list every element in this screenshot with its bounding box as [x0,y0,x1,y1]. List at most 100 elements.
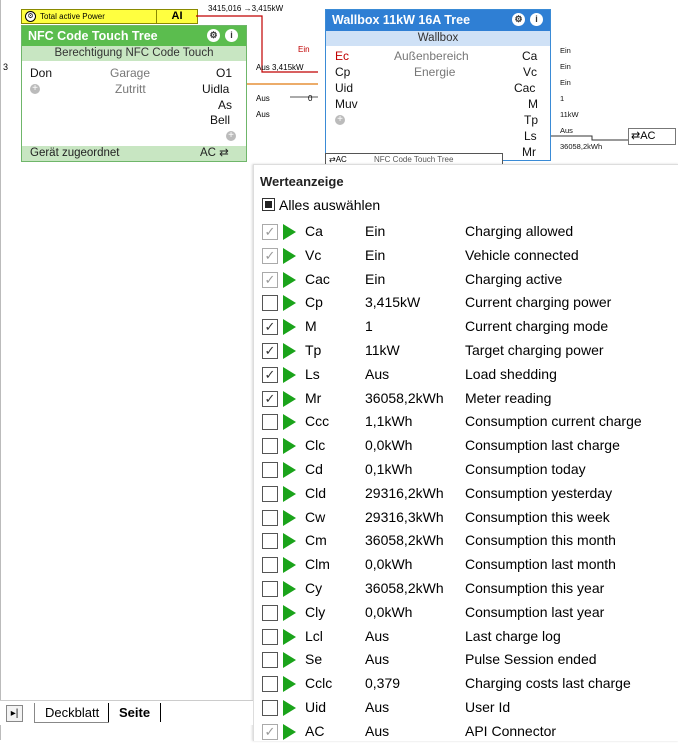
row-checkbox[interactable]: ✓ [262,366,278,383]
value-row-tp[interactable]: ✓ Tp 11kW Target charging power [262,340,677,362]
row-description: Current charging mode [465,318,609,335]
input-uid[interactable]: Uid [335,81,353,95]
last-sheet-nav-icon[interactable]: ▸| [6,705,23,722]
play-triangle-icon [283,581,296,597]
value-row-ccc[interactable]: Ccc 1,1kWh Consumption current charge [262,411,677,433]
input-don[interactable]: Don [30,66,52,80]
value-row-mr[interactable]: ✓ Mr 36058,2kWh Meter reading [262,388,677,410]
row-checkbox[interactable] [262,438,278,455]
row-checkbox[interactable] [262,295,278,312]
input-ec[interactable]: Ec [335,49,349,63]
value-row-cm[interactable]: Cm 36058,2kWh Consumption this month [262,530,677,552]
row-checkbox[interactable] [262,414,278,431]
play-triangle-icon [283,700,296,716]
value-row-vc[interactable]: ✓ Vc Ein Vehicle connected [262,245,677,267]
value-row-ls[interactable]: ✓ Ls Aus Load shedding [262,364,677,386]
row-value: Aus [365,722,390,739]
input-muv[interactable]: Muv [335,97,358,111]
wallbox-block-header[interactable]: Wallbox 11kW 16A Tree ⚙ i [326,10,550,31]
row-checkbox[interactable] [262,581,278,597]
value-row-cy[interactable]: Cy 36058,2kWh Consumption this year [262,578,677,600]
row-checkbox[interactable] [262,557,278,574]
value-row-cld[interactable]: Cld 29316,2kWh Consumption yesterday [262,483,677,505]
footer-ac-link[interactable]: AC ⇄ [200,146,229,161]
output-ca[interactable]: Ca [522,49,537,63]
ac-connector-block[interactable]: ⇄AC [628,128,676,145]
select-all-box[interactable] [262,198,275,211]
row-description: API Connector [465,722,557,739]
gear-icon[interactable]: ⚙ [207,29,220,42]
value-row-ac[interactable]: ✓ AC Aus API Connector [262,721,677,743]
row-abbr: Cp [305,294,323,311]
add-input-icon[interactable]: + [335,115,345,125]
info-icon[interactable]: i [530,13,543,26]
nfc-block-header[interactable]: NFC Code Touch Tree ⚙ i [22,26,246,46]
input-cp-desc: Energie [414,65,456,79]
tab-deckblatt[interactable]: Deckblatt [34,703,110,723]
row-abbr: Cw [305,508,326,525]
add-input-icon[interactable]: + [30,84,40,94]
row-value: Aus [365,651,390,668]
tab-seite[interactable]: Seite [108,703,162,722]
row-value: 0,0kWh [365,556,413,573]
row-checkbox[interactable]: ✓ [262,343,278,359]
nfc-code-touch-block[interactable]: NFC Code Touch Tree ⚙ i Berechtigung NFC… [21,25,247,162]
value-row-clm[interactable]: Clm 0,0kWh Consumption last month [262,554,677,576]
row-checkbox[interactable] [262,652,278,669]
nfc-block-subtitle: Berechtigung NFC Code Touch [22,46,246,61]
row-checkbox[interactable]: ✓ [262,319,278,336]
output-o1[interactable]: O1 [216,66,232,80]
row-checkbox: ✓ [262,247,278,264]
value-row-uid[interactable]: Uid Aus User Id [262,697,677,719]
row-checkbox[interactable] [262,509,278,526]
value-row-se[interactable]: Se Aus Pulse Session ended [262,649,677,671]
row-abbr: Ca [305,223,323,239]
row-checkbox[interactable] [262,700,278,716]
output-tp[interactable]: Tp [524,113,538,127]
add-output-icon[interactable]: + [226,131,236,141]
output-cac[interactable]: Cac [514,81,535,95]
row-checkbox: ✓ [262,723,278,740]
value-row-ca[interactable]: ✓ Ca Ein Charging allowed [262,221,677,243]
select-all-label: Alles auswählen [279,197,381,213]
value-row-m[interactable]: ✓ M 1 Current charging mode [262,316,677,338]
row-abbr: Mr [305,389,322,406]
value-row-cac[interactable]: ✓ Cac Ein Charging active [262,269,677,291]
output-ls[interactable]: Ls [524,129,537,143]
output-mr[interactable]: Mr [522,145,536,159]
row-abbr: Ls [305,365,320,382]
row-value: 11kW [365,342,400,358]
value-row-lcl[interactable]: Lcl Aus Last charge log [262,626,677,648]
value-row-cclc[interactable]: Cclc 0,379 Charging costs last charge [262,673,677,695]
row-checkbox[interactable] [262,533,278,550]
value-row-cw[interactable]: Cw 29316,3kWh Consumption this week [262,507,677,529]
row-value: 36058,2kWh [365,532,444,549]
value-row-cp[interactable]: Cp 3,415kW Current charging power [262,292,677,314]
value-row-clc[interactable]: Clc 0,0kWh Consumption last charge [262,435,677,457]
play-triangle-icon [283,247,296,264]
input-don-desc: Garage [110,66,151,80]
input-cp[interactable]: Cp [335,65,350,79]
row-checkbox[interactable] [262,485,278,502]
row-checkbox[interactable] [262,676,278,693]
value-row-cly[interactable]: Cly 0,0kWh Consumption last year [262,602,677,624]
as-output-value: Aus [256,94,270,103]
row-description: Consumption today [465,461,586,477]
row-value: Ein [365,270,386,287]
info-icon[interactable]: i [225,29,238,42]
row-abbr: Clc [305,437,326,454]
row-checkbox[interactable]: ✓ [262,390,278,407]
row-checkbox[interactable] [262,604,278,621]
output-vc[interactable]: Vc [523,65,537,79]
output-m[interactable]: M [528,97,538,111]
value-row-cd[interactable]: Cd 0,1kWh Consumption today [262,459,677,481]
select-all-checkbox[interactable]: Alles auswählen [262,197,380,213]
gear-icon[interactable]: ⚙ [512,13,525,26]
output-bell[interactable]: Bell [210,113,230,127]
row-checkbox[interactable] [262,628,278,645]
row-description: Consumption this month [465,532,616,549]
output-as[interactable]: As [218,98,232,112]
output-uidla[interactable]: Uidla [202,82,229,96]
wallbox-block[interactable]: Wallbox 11kW 16A Tree ⚙ i Wallbox Ec Auß… [325,9,551,161]
row-checkbox[interactable] [262,462,278,478]
